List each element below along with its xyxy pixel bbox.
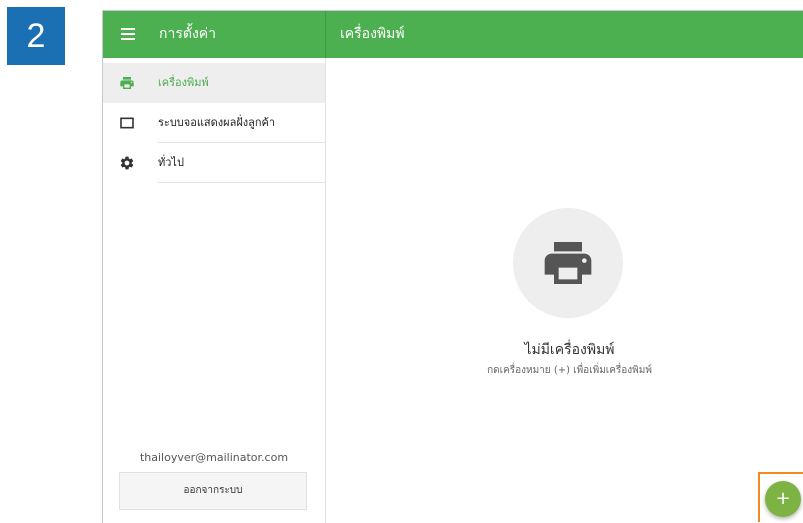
empty-state-illustration	[513, 208, 623, 318]
app-bar-left: การตั้งค่า	[103, 11, 326, 58]
display-icon	[119, 115, 135, 131]
sidebar-item-printers[interactable]: เครื่องพิมพ์	[103, 63, 325, 103]
app-title: การตั้งค่า	[159, 26, 217, 42]
sidebar-item-customer-display[interactable]: ระบบจอแสดงผลฝั่งลูกค้า	[103, 103, 325, 143]
main-content: ไม่มีเครื่องพิมพ์ กดเครื่องหมาย (+) เพื่…	[326, 58, 803, 523]
section-title: เครื่องพิมพ์	[340, 26, 405, 42]
user-email: thailoyver@mailinator.com	[139, 451, 289, 464]
menu-icon[interactable]	[121, 28, 135, 40]
divider	[158, 182, 325, 183]
sidebar-item-general[interactable]: ทั่วไป	[103, 143, 325, 183]
sidebar-item-label: ระบบจอแสดงผลฝั่งลูกค้า	[158, 116, 276, 129]
printer-icon	[119, 75, 135, 91]
step-badge: 2	[7, 7, 65, 65]
empty-state-hint: กดเครื่องหมาย (+) เพื่อเพิ่มเครื่องพิมพ์	[487, 365, 652, 376]
app-bar: การตั้งค่า เครื่องพิมพ์	[103, 11, 803, 58]
printer-icon	[544, 242, 592, 284]
gear-icon	[119, 155, 135, 171]
empty-state-title: ไม่มีเครื่องพิมพ์	[524, 342, 615, 358]
sidebar: เครื่องพิมพ์ ระบบจอแสดงผลฝั่งลูกค้า ทั่ว…	[103, 58, 326, 523]
settings-app: การตั้งค่า เครื่องพิมพ์ เครื่องพิมพ์ ระบ…	[102, 10, 803, 523]
sidebar-item-label: ทั่วไป	[158, 156, 184, 169]
logout-button[interactable]: ออกจากระบบ	[119, 472, 307, 510]
add-printer-button[interactable]: +	[765, 481, 801, 517]
sidebar-item-label: เครื่องพิมพ์	[158, 76, 209, 89]
